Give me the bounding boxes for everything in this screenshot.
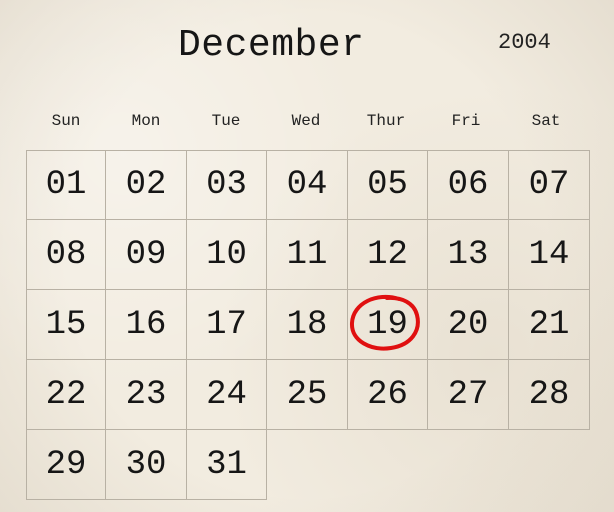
year-label: 2004 xyxy=(498,30,551,55)
day-cell-20[interactable]: 20 xyxy=(428,290,509,360)
day-cell-08[interactable]: 08 xyxy=(26,220,106,290)
day-cell-27[interactable]: 27 xyxy=(428,360,509,430)
day-cell-23[interactable]: 23 xyxy=(106,360,187,430)
weekday-sun: Sun xyxy=(51,112,81,130)
month-title: December xyxy=(178,24,365,67)
day-cell-03[interactable]: 03 xyxy=(187,150,267,220)
day-cell-29[interactable]: 29 xyxy=(26,430,106,500)
day-cell-01[interactable]: 01 xyxy=(26,150,106,220)
day-cell-22[interactable]: 22 xyxy=(26,360,106,430)
day-cell-11[interactable]: 11 xyxy=(267,220,348,290)
day-cell-17[interactable]: 17 xyxy=(187,290,267,360)
day-cell-21[interactable]: 21 xyxy=(509,290,590,360)
day-cell-14[interactable]: 14 xyxy=(509,220,590,290)
day-cell-10[interactable]: 10 xyxy=(187,220,267,290)
day-cell-06[interactable]: 06 xyxy=(428,150,509,220)
day-cell-18[interactable]: 18 xyxy=(267,290,348,360)
calendar-grid: 01 02 03 04 05 06 07 08 09 10 11 12 13 14 15 16 17 18 19 20… xyxy=(26,150,590,502)
weekday-mon: Mon xyxy=(131,112,161,130)
day-cell-02[interactable]: 02 xyxy=(106,150,187,220)
day-cell-19[interactable]: 19 xyxy=(348,290,428,360)
weekday-thu: Thur xyxy=(366,112,406,130)
day-cell-30[interactable]: 30 xyxy=(106,430,187,500)
weekday-tue: Tue xyxy=(211,112,241,130)
day-cell-16[interactable]: 16 xyxy=(106,290,187,360)
day-cell-24[interactable]: 24 xyxy=(187,360,267,430)
day-cell-09[interactable]: 09 xyxy=(106,220,187,290)
day-cell-15[interactable]: 15 xyxy=(26,290,106,360)
day-cell-26[interactable]: 26 xyxy=(348,360,428,430)
day-cell-25[interactable]: 25 xyxy=(267,360,348,430)
day-cell-31[interactable]: 31 xyxy=(187,430,267,500)
day-cell-12[interactable]: 12 xyxy=(348,220,428,290)
day-cell-05[interactable]: 05 xyxy=(348,150,428,220)
day-cell-07[interactable]: 07 xyxy=(509,150,590,220)
day-cell-28[interactable]: 28 xyxy=(509,360,590,430)
weekday-wed: Wed xyxy=(291,112,321,130)
weekday-sat: Sat xyxy=(531,112,561,130)
weekday-fri: Fri xyxy=(451,112,481,130)
day-cell-13[interactable]: 13 xyxy=(428,220,509,290)
day-cell-04[interactable]: 04 xyxy=(267,150,348,220)
